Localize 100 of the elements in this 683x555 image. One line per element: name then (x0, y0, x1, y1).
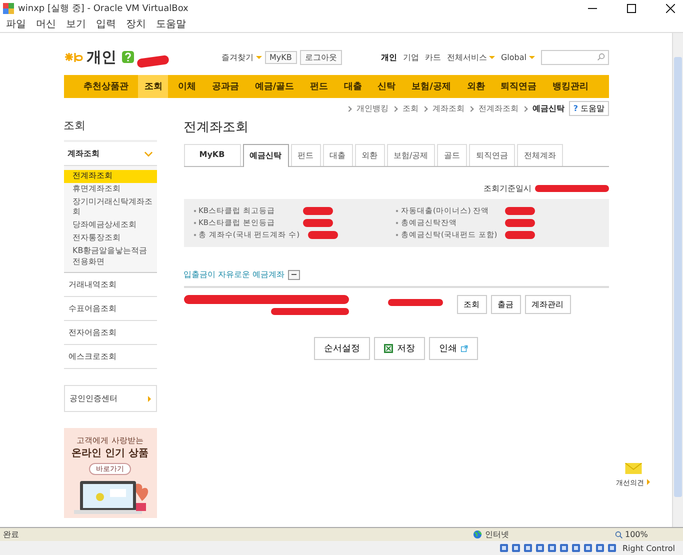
header-link[interactable]: 기업 (402, 52, 419, 62)
redaction-mark (308, 231, 338, 239)
section-title: 개인 (86, 48, 116, 66)
as-of-label: 조회기준일시 (484, 183, 532, 194)
nav-item[interactable]: 뱅킹관리 (546, 75, 594, 98)
device-icon[interactable] (571, 543, 582, 553)
breadcrumb-link[interactable]: 예금신탁 (532, 103, 564, 114)
menu-item[interactable]: 파일 (6, 17, 26, 31)
device-icon[interactable] (547, 543, 558, 553)
zone-label: 인터넷 (485, 529, 510, 540)
window-title: winxp [실행 중] - Oracle VM VirtualBox (18, 2, 190, 14)
sidebar-subitem[interactable]: 전계좌조회 (64, 170, 156, 183)
tab[interactable]: 퇴직연금 (469, 144, 516, 166)
header-button[interactable]: MyKB (264, 50, 297, 64)
menu-item[interactable]: 보기 (66, 17, 86, 31)
nav-item[interactable]: 추천상품관 (77, 75, 134, 98)
favorites-link[interactable]: 즐겨찾기 (222, 52, 262, 62)
header-link[interactable]: Global (500, 52, 534, 62)
nav-item[interactable]: 예금/골드 (248, 75, 300, 98)
breadcrumb-link[interactable]: 계좌조회 (432, 103, 464, 114)
nav-item[interactable]: 신탁 (372, 75, 402, 98)
sidebar-item[interactable]: 에스크로조회 (64, 345, 156, 370)
sidebar-subitem[interactable]: 전자통장조회 (64, 232, 156, 245)
device-icon[interactable] (595, 543, 606, 553)
header-button[interactable]: 로그아웃 (300, 50, 342, 64)
sidebar-title: 조회 (64, 118, 156, 142)
banner-headline: 온라인 인기 상품 (72, 447, 148, 460)
zoom-level[interactable]: 100% (625, 530, 648, 539)
menu-item[interactable]: 머신 (36, 17, 56, 31)
device-icon[interactable] (499, 543, 510, 553)
sidebar-subitem[interactable]: 당좌예금상세조회 (64, 219, 156, 232)
action-button[interactable]: 저장 (374, 337, 425, 360)
breadcrumb-link[interactable]: 조회 (402, 103, 418, 114)
collapse-button[interactable]: − (288, 270, 300, 280)
sidebar-item[interactable]: 전자어음조회 (64, 321, 156, 346)
chevron-icon (144, 150, 152, 156)
external-link-icon (461, 345, 468, 352)
menu-item[interactable]: 도움말 (156, 17, 186, 31)
chevron-icon (422, 106, 428, 112)
nav-item[interactable]: 펀드 (304, 75, 334, 98)
page-title: 전계좌조회 (184, 119, 250, 136)
maximize-icon[interactable] (627, 4, 636, 12)
sidebar-subitem[interactable]: KB황금알을낳는적금전용화면 (64, 244, 156, 268)
header-link[interactable]: 카드 (424, 52, 441, 62)
nav-item[interactable]: 조회 (138, 75, 168, 98)
action-button[interactable]: 순서설정 (314, 337, 370, 360)
banner-text: 고객에게 사랑받는 (76, 435, 144, 446)
tab[interactable]: 펀드 (290, 144, 320, 166)
host-key-label: Right Control (622, 544, 675, 552)
nav-item[interactable]: 이체 (172, 75, 202, 98)
tab[interactable]: 전체계좌 (517, 144, 564, 166)
menu-item[interactable]: 장치 (126, 17, 146, 31)
nav-item[interactable]: 대출 (338, 75, 368, 98)
nav-item[interactable]: 공과금 (206, 75, 245, 98)
chevron-icon (346, 106, 352, 112)
sidebar-item[interactable]: 수표어음조회 (64, 297, 156, 322)
nav-item[interactable]: 퇴직연금 (494, 75, 543, 98)
status-text: 완료 (3, 529, 20, 540)
chevron-icon (522, 106, 528, 112)
device-icon[interactable] (523, 543, 534, 553)
section-link[interactable]: 입출금이 자유로운 예금계좌 (184, 269, 285, 280)
globe-icon (473, 530, 482, 539)
header-link[interactable]: 개인 (380, 52, 397, 62)
certificate-center-link[interactable]: 공인인증센터 (64, 385, 156, 412)
redaction-mark (302, 207, 332, 215)
help-button[interactable]: ? 도움말 (569, 101, 608, 116)
nav-item[interactable]: 보험/공제 (406, 75, 457, 98)
tab[interactable]: MyKB (184, 144, 240, 166)
action-button[interactable]: 인쇄 (429, 337, 478, 360)
nav-item[interactable]: 외환 (460, 75, 491, 98)
sidebar-item[interactable]: 거래내역조회 (64, 273, 156, 298)
device-icon[interactable] (535, 543, 546, 553)
device-icon[interactable] (511, 543, 522, 553)
header-link[interactable]: 전체서비스 (446, 52, 495, 62)
sidebar-subitem[interactable]: 장기미거래신탁계좌조회 (64, 196, 156, 220)
menu-item[interactable]: 입력 (96, 17, 116, 31)
help-icon[interactable] (122, 51, 134, 63)
account-action-button[interactable]: 계좌관리 (524, 295, 570, 314)
app-icon (3, 2, 14, 14)
breadcrumb-link[interactable]: 전계좌조회 (478, 103, 518, 114)
redaction-mark (505, 207, 535, 215)
close-icon[interactable] (666, 4, 675, 12)
zoom-icon[interactable] (615, 530, 623, 538)
device-icon[interactable] (583, 543, 594, 553)
chevron-icon (468, 106, 474, 112)
account-action-button[interactable]: 출금 (490, 295, 520, 314)
device-icon[interactable] (559, 543, 570, 553)
tab[interactable]: 예금신탁 (242, 144, 288, 167)
breadcrumb-link[interactable]: 개인뱅킹 (356, 103, 388, 114)
scrollbar[interactable] (672, 33, 683, 527)
star-logo-icon (64, 51, 84, 63)
sidebar-subitem[interactable]: 휴면계좌조회 (64, 182, 156, 196)
search-field[interactable] (540, 50, 608, 64)
search-icon[interactable] (596, 53, 604, 61)
account-action-button[interactable]: 조회 (456, 295, 486, 314)
tab[interactable]: 골드 (437, 144, 468, 166)
tab[interactable]: 외환 (354, 144, 384, 166)
device-icon[interactable] (607, 543, 618, 553)
tab[interactable]: 보험/공제 (386, 144, 436, 166)
tab[interactable]: 대출 (322, 144, 352, 166)
